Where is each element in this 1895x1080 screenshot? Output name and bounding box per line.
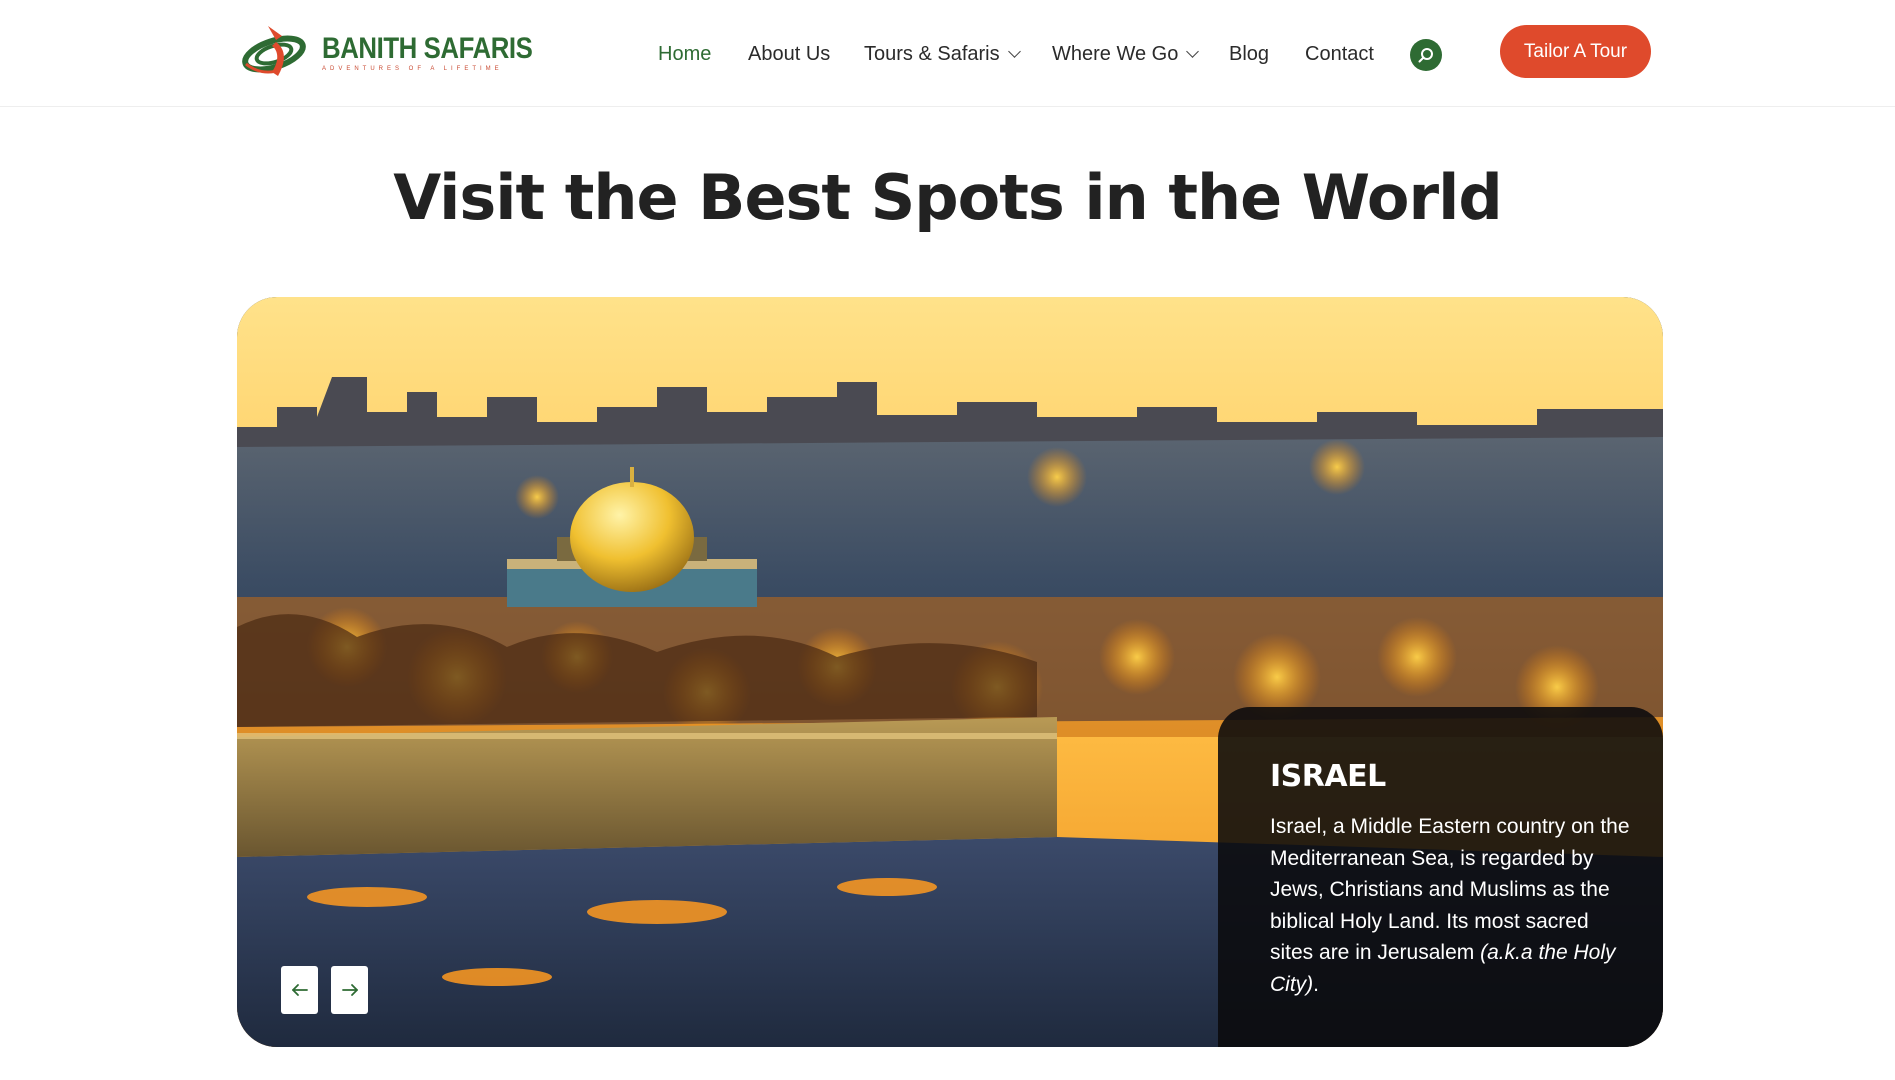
search-button[interactable] [1410, 39, 1442, 71]
nav-home[interactable]: Home [658, 38, 711, 70]
nav-tours-safaris[interactable]: Tours & Safaris [864, 38, 1021, 70]
slide-caption: ISRAEL Israel, a Middle Eastern country … [1218, 707, 1663, 1047]
logo-globe-icon [242, 26, 306, 76]
nav-blog[interactable]: Blog [1229, 38, 1269, 70]
search-icon [1418, 48, 1433, 63]
nav-contact-label: Contact [1305, 43, 1374, 65]
page-title: Visit the Best Spots in the World [393, 161, 1503, 234]
nav-contact[interactable]: Contact [1305, 38, 1374, 70]
nav-where-we-go-label: Where We Go [1052, 43, 1179, 65]
slider-next-button[interactable] [331, 966, 368, 1014]
nav-home-label: Home [658, 43, 712, 65]
nav-blog-label: Blog [1229, 43, 1270, 65]
slider-prev-button[interactable] [281, 966, 318, 1014]
logo-name: BANITH SAFARIS [322, 32, 533, 65]
arrow-right-icon [341, 984, 358, 996]
destination-slider[interactable]: ISRAEL Israel, a Middle Eastern country … [237, 297, 1663, 1047]
nav-where-we-go[interactable]: Where We Go [1052, 38, 1200, 70]
chevron-down-icon [1007, 44, 1021, 58]
nav-about-us-label: About Us [748, 43, 831, 65]
nav-tours-safaris-label: Tours & Safaris [864, 43, 1000, 65]
nav-about-us[interactable]: About Us [748, 38, 830, 70]
slide-description-end: . [1313, 972, 1320, 996]
site-logo[interactable]: BANITH SAFARIS ADVENTURES OF A LIFETIME [238, 20, 533, 85]
slide-description: Israel, a Middle Eastern country on the … [1270, 811, 1633, 1000]
tailor-a-tour-button[interactable]: Tailor A Tour [1500, 25, 1651, 78]
chevron-down-icon [1186, 44, 1200, 58]
site-header: BANITH SAFARIS ADVENTURES OF A LIFETIME … [0, 0, 1895, 107]
arrow-left-icon [291, 984, 308, 996]
logo-tagline: ADVENTURES OF A LIFETIME [322, 66, 503, 72]
slide-country-title: ISRAEL [1270, 759, 1386, 794]
